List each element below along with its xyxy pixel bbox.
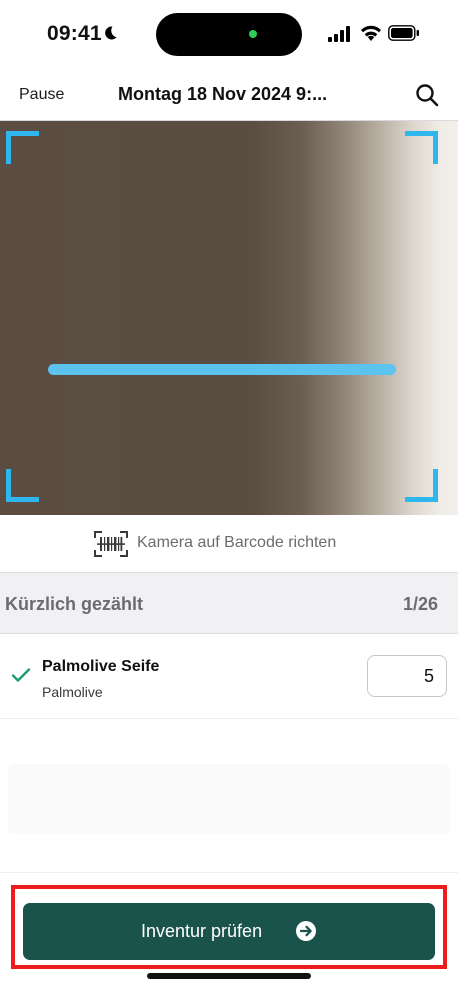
pause-button[interactable]: Pause xyxy=(19,86,64,104)
arrow-right-circle-icon xyxy=(296,921,316,941)
scan-hint: Kamera auf Barcode richten xyxy=(0,515,458,571)
check-inventory-button[interactable]: Inventur prüfen xyxy=(23,903,435,960)
scan-frame-corner-top-right xyxy=(405,131,438,164)
wifi-icon xyxy=(361,25,381,41)
list-item[interactable]: Palmolive Seife Palmolive 5 xyxy=(0,634,458,719)
barcode-scan-icon xyxy=(94,531,128,557)
item-name: Palmolive Seife xyxy=(42,658,160,675)
faded-overlay xyxy=(8,764,450,834)
recent-section-header: Kürzlich gezählt 1/26 xyxy=(0,572,458,634)
scan-line xyxy=(48,364,396,375)
quantity-input[interactable]: 5 xyxy=(367,655,447,697)
camera-viewfinder[interactable] xyxy=(0,121,458,515)
page-title: Montag 18 Nov 2024 9:... xyxy=(118,84,328,104)
scan-frame-corner-top-left xyxy=(6,131,39,164)
search-icon[interactable] xyxy=(414,82,440,108)
dynamic-island xyxy=(156,13,302,56)
scan-frame-corner-bottom-left xyxy=(6,469,39,502)
home-indicator xyxy=(147,973,311,979)
scan-frame-corner-bottom-right xyxy=(405,469,438,502)
cellular-signal-icon xyxy=(328,26,350,42)
checkmark-icon xyxy=(11,668,31,682)
nav-bar: Pause Montag 18 Nov 2024 9:... xyxy=(0,70,458,121)
footer-divider xyxy=(0,872,458,873)
recent-count: 1/26 xyxy=(402,594,438,614)
moon-icon xyxy=(105,26,117,40)
status-time: 09:41 xyxy=(47,22,102,45)
check-inventory-label: Inventur prüfen xyxy=(141,921,263,941)
battery-icon xyxy=(388,25,419,41)
status-bar: 09:41 xyxy=(0,0,458,70)
scan-hint-text: Kamera auf Barcode richten xyxy=(137,534,337,551)
item-brand: Palmolive xyxy=(42,684,103,700)
recent-section-title: Kürzlich gezählt xyxy=(5,594,144,614)
camera-indicator-dot xyxy=(249,30,257,38)
